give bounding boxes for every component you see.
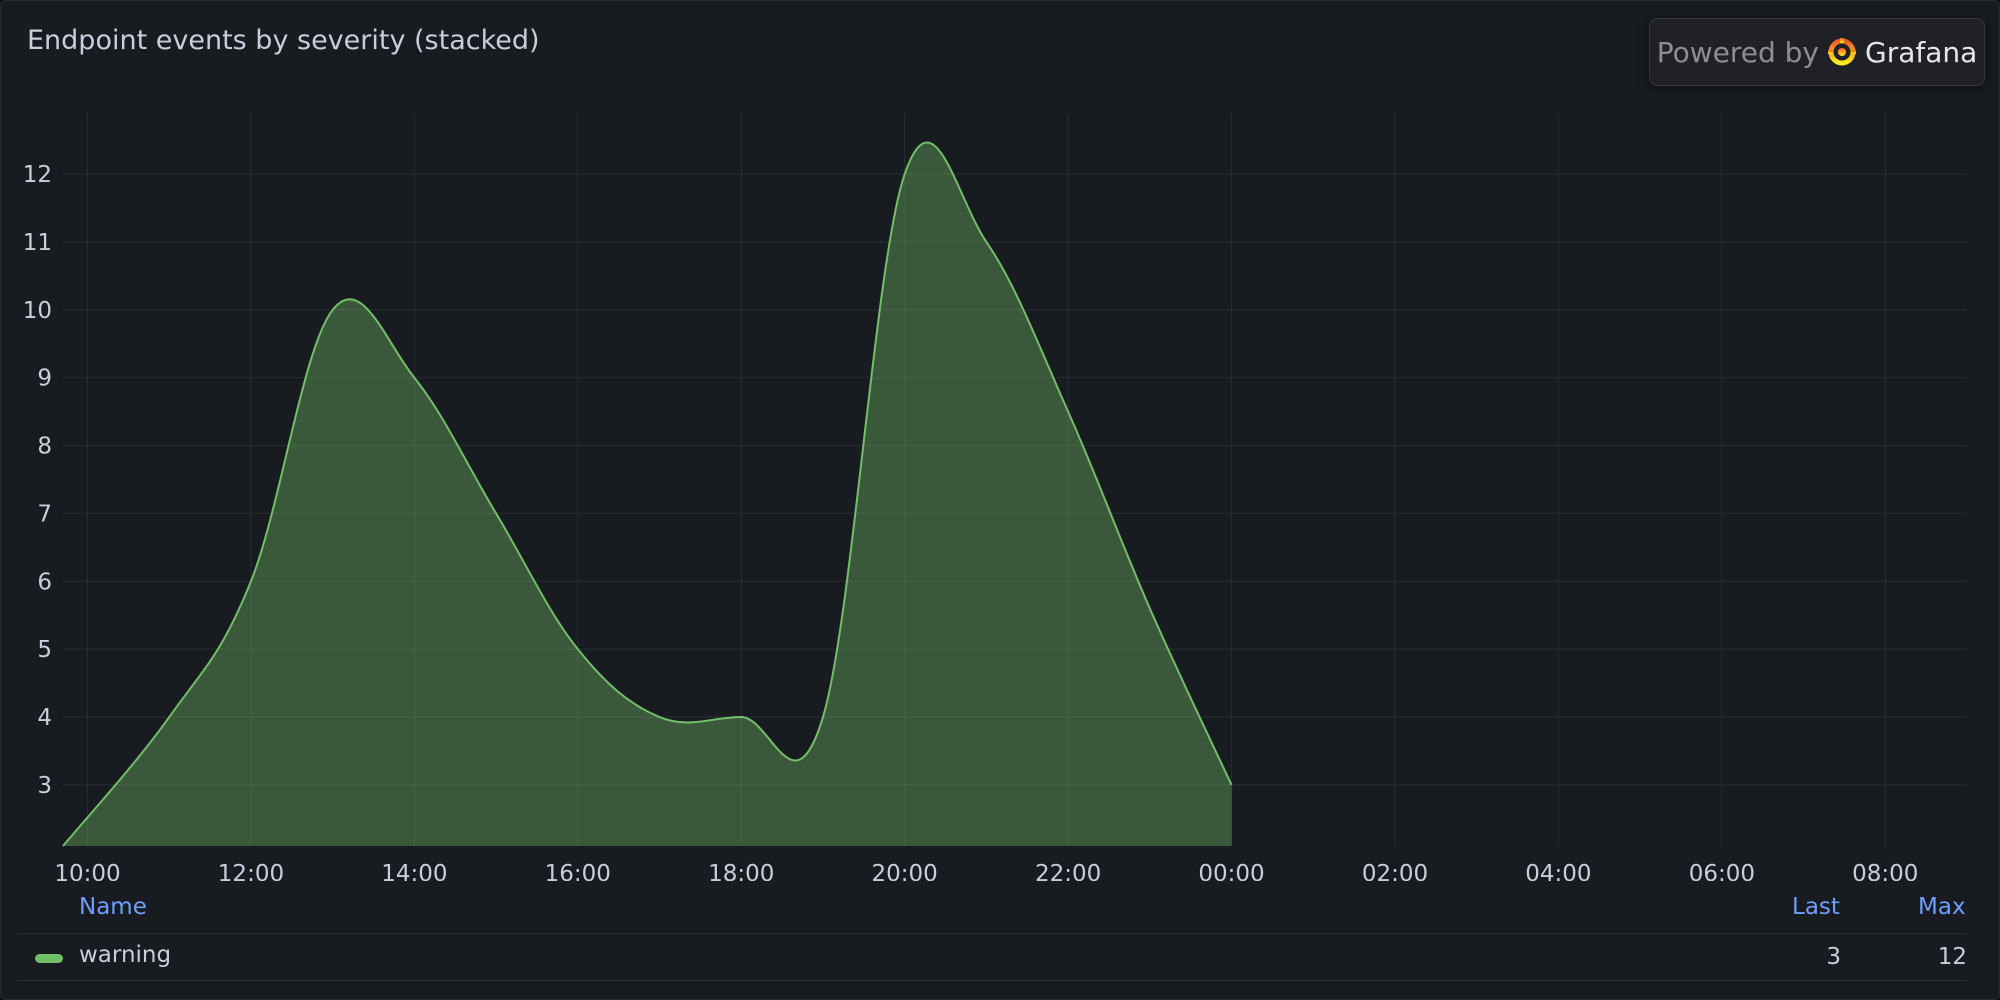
legend-header-last[interactable]: Last [1792,894,1840,920]
legend-max-value: 12 [1937,944,1967,970]
legend-header-name[interactable]: Name [79,894,147,920]
data-point-warning [62,845,65,848]
x-tick-label: 20:00 [872,861,938,881]
data-point-warning [821,716,824,719]
y-tick-label: 11 [23,230,52,256]
legend-color-swatch [35,954,63,963]
data-point-warning [168,716,171,719]
y-tick-label: 6 [37,569,52,595]
y-tick-label: 8 [37,434,52,460]
x-tick-label: 10:00 [54,861,120,881]
data-point-warning [495,512,498,515]
data-point-warning [903,173,906,176]
legend-series-name: warning [79,942,172,968]
legend-last-value: 3 [1826,944,1841,970]
y-tick-label: 7 [37,501,52,527]
data-point-warning [576,648,579,651]
y-tick-label: 5 [37,637,52,663]
panel: Endpoint events by severity (stacked) Po… [0,0,2000,1000]
y-tick-label: 12 [23,162,52,188]
x-tick-label: 16:00 [545,861,611,881]
x-tick-label: 04:00 [1525,861,1591,881]
series-area-warning [63,142,1232,847]
data-point-warning [985,240,988,243]
x-tick-label: 06:00 [1689,861,1755,881]
legend-divider [17,980,1967,981]
y-tick-label: 9 [37,366,52,392]
data-point-warning [1067,410,1070,413]
x-tick-label: 08:00 [1852,861,1918,881]
data-point-warning [249,580,252,583]
x-tick-label: 22:00 [1035,861,1101,881]
data-point-warning [658,716,661,719]
x-tick-label: 02:00 [1362,861,1428,881]
x-tick-label: 18:00 [708,861,774,881]
data-point-warning [413,376,416,379]
x-tick-label: 14:00 [381,861,447,881]
y-tick-label: 3 [37,773,52,799]
data-point-warning [1148,607,1151,610]
area-chart[interactable]: 3 4 5 6 7 8 9 10 11 12 10:00 12:00 14:00 16:00 18:00 20… [1,1,2000,881]
x-tick-label: 00:00 [1198,861,1264,881]
data-point-warning [740,716,743,719]
data-point-warning [331,308,334,311]
y-tick-label: 10 [23,298,52,324]
legend-header-max[interactable]: Max [1918,894,1966,920]
legend-divider [17,933,1967,934]
x-tick-label: 12:00 [218,861,284,881]
data-point-warning [1230,783,1233,786]
y-tick-label: 4 [37,705,52,731]
